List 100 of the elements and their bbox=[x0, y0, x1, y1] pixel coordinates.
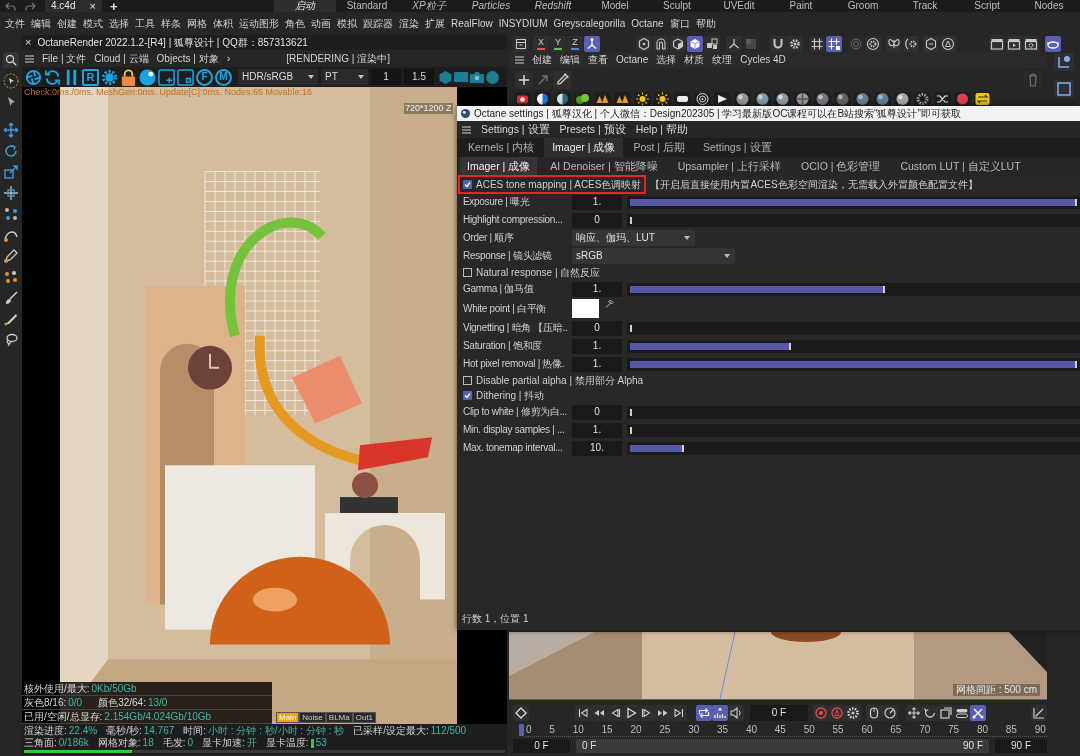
gear-bracket-icon[interactable] bbox=[903, 35, 919, 52]
gear-icon[interactable] bbox=[787, 35, 803, 52]
search-icon[interactable] bbox=[3, 52, 19, 68]
circle-icon[interactable] bbox=[486, 70, 499, 84]
frame-field[interactable]: 0 F bbox=[513, 739, 570, 753]
toggle-icon[interactable] bbox=[954, 705, 970, 721]
squares-icon[interactable] bbox=[938, 705, 954, 721]
box-plus-icon[interactable] bbox=[158, 68, 175, 86]
layout-tab[interactable]: Nodes bbox=[1018, 0, 1080, 12]
menu-item[interactable]: 运动图形 bbox=[239, 18, 279, 29]
tab[interactable]: AI Denoiser | 智能降噪 bbox=[543, 157, 665, 176]
value-field[interactable]: 1. bbox=[572, 194, 622, 210]
checkbox[interactable] bbox=[463, 376, 472, 385]
camera-icon[interactable] bbox=[470, 71, 484, 83]
sun-icon[interactable] bbox=[654, 92, 671, 106]
menu-item[interactable]: 编辑 bbox=[31, 18, 51, 29]
layout-tab[interactable]: Groom bbox=[832, 0, 894, 12]
brush-icon[interactable] bbox=[3, 290, 19, 306]
butterfly-icon[interactable] bbox=[886, 35, 902, 52]
shuffle-icon[interactable] bbox=[934, 92, 951, 106]
value-field[interactable]: 0 bbox=[572, 404, 622, 420]
layout-tab[interactable]: Particles bbox=[460, 0, 522, 12]
camera-icon[interactable] bbox=[514, 92, 531, 106]
tab[interactable]: OCIO | 色彩管理 bbox=[794, 157, 888, 176]
arch-icon[interactable] bbox=[653, 35, 669, 52]
contrast-icon[interactable] bbox=[554, 92, 571, 106]
menu-item[interactable]: 创建 bbox=[57, 18, 77, 29]
menu-item[interactable]: Settings | 设置 bbox=[481, 124, 550, 135]
circles-icon[interactable] bbox=[574, 92, 591, 106]
slider-track[interactable] bbox=[627, 423, 1080, 437]
lasso-icon[interactable] bbox=[3, 332, 19, 348]
menu-icon[interactable] bbox=[515, 56, 524, 64]
rectangle-icon[interactable] bbox=[674, 92, 691, 106]
tab[interactable]: Custom LUT | 自定义LUT bbox=[893, 157, 1028, 176]
close-button[interactable]: × bbox=[25, 37, 32, 48]
grid-icon[interactable] bbox=[809, 35, 825, 52]
menu-item[interactable]: 网格 bbox=[187, 18, 207, 29]
archive-icon[interactable] bbox=[513, 35, 529, 52]
target-icon[interactable] bbox=[694, 92, 711, 106]
menu-item[interactable]: 样条 bbox=[161, 18, 181, 29]
square-icon[interactable] bbox=[1053, 80, 1074, 98]
menu-item[interactable]: 扩展 bbox=[425, 18, 445, 29]
layout-tab[interactable]: Sculpt bbox=[646, 0, 708, 12]
sphere-icon[interactable] bbox=[894, 92, 911, 106]
swap-icon[interactable] bbox=[974, 92, 991, 106]
menu-item[interactable]: 文件 bbox=[5, 18, 25, 29]
more-button[interactable]: › bbox=[226, 53, 231, 64]
menu-item[interactable]: RealFlow bbox=[451, 18, 493, 29]
value-field[interactable]: 1. bbox=[572, 338, 622, 354]
axis-button[interactable]: Y bbox=[550, 35, 566, 52]
refresh-icon[interactable] bbox=[44, 68, 61, 86]
cubes-icon[interactable] bbox=[704, 35, 720, 52]
speaker-icon[interactable] bbox=[728, 705, 744, 721]
layout-tab[interactable]: Redshift bbox=[522, 0, 584, 12]
slider-track[interactable] bbox=[627, 405, 1080, 419]
eyedropper-icon[interactable] bbox=[605, 299, 614, 308]
plus-icon[interactable] bbox=[515, 70, 533, 89]
menu-item[interactable]: 跟踪器 bbox=[363, 18, 393, 29]
letter-button[interactable]: M bbox=[215, 68, 232, 86]
frame-field[interactable]: 90 F bbox=[995, 739, 1047, 753]
layout-tab[interactable]: XP粒子 bbox=[398, 0, 460, 12]
bars-icon[interactable] bbox=[712, 705, 728, 721]
slider-track[interactable] bbox=[627, 321, 1080, 335]
clapperboard-icon[interactable] bbox=[989, 35, 1005, 52]
cube-icon[interactable] bbox=[687, 35, 703, 52]
tab[interactable]: Post | 后期 bbox=[625, 138, 693, 157]
gear-icon[interactable] bbox=[865, 35, 881, 52]
menu-item[interactable]: 编辑 bbox=[560, 55, 580, 65]
gear-icon[interactable] bbox=[101, 68, 118, 86]
menu-item[interactable]: 工具 bbox=[135, 18, 155, 29]
menu-item[interactable]: INSYDIUM bbox=[498, 18, 548, 29]
triangle-circle-icon[interactable] bbox=[940, 35, 956, 52]
menu-item[interactable]: Cloud | 云端 bbox=[94, 53, 149, 64]
axis-button[interactable]: Z bbox=[567, 35, 583, 52]
scale-icon[interactable] bbox=[3, 164, 19, 180]
magnet-icon[interactable] bbox=[770, 35, 786, 52]
rotate-icon[interactable] bbox=[3, 143, 19, 159]
gear-icon[interactable] bbox=[845, 705, 861, 721]
move-icon[interactable] bbox=[3, 122, 19, 138]
slider-fill[interactable] bbox=[630, 342, 791, 350]
menu-item[interactable]: 纹理 bbox=[712, 55, 733, 65]
dropdown[interactable]: PT bbox=[321, 69, 368, 85]
pass-tab[interactable]: Out1 bbox=[352, 712, 377, 723]
layout-tab[interactable]: Standard bbox=[336, 0, 398, 12]
gear-icon[interactable] bbox=[914, 92, 931, 106]
layout-tab[interactable]: UVEdit bbox=[708, 0, 770, 12]
sphere-icon[interactable] bbox=[814, 92, 831, 106]
dots-icon[interactable] bbox=[3, 206, 19, 222]
aperture-icon[interactable] bbox=[25, 68, 42, 86]
menu-item[interactable]: 动画 bbox=[311, 18, 331, 29]
slider-fill[interactable] bbox=[630, 285, 885, 293]
axis-button[interactable]: X bbox=[533, 35, 549, 52]
dots-icon[interactable] bbox=[3, 269, 19, 285]
triangles-icon[interactable] bbox=[614, 92, 631, 106]
menu-item[interactable]: 选择 bbox=[656, 55, 677, 65]
value-field[interactable]: 1. bbox=[572, 356, 622, 372]
value-field[interactable]: 1.5 bbox=[404, 69, 434, 85]
menu-icon[interactable] bbox=[462, 125, 471, 134]
tab[interactable]: Kernels | 内核 bbox=[460, 138, 543, 157]
tab[interactable]: Imager | 成像 bbox=[544, 138, 624, 157]
